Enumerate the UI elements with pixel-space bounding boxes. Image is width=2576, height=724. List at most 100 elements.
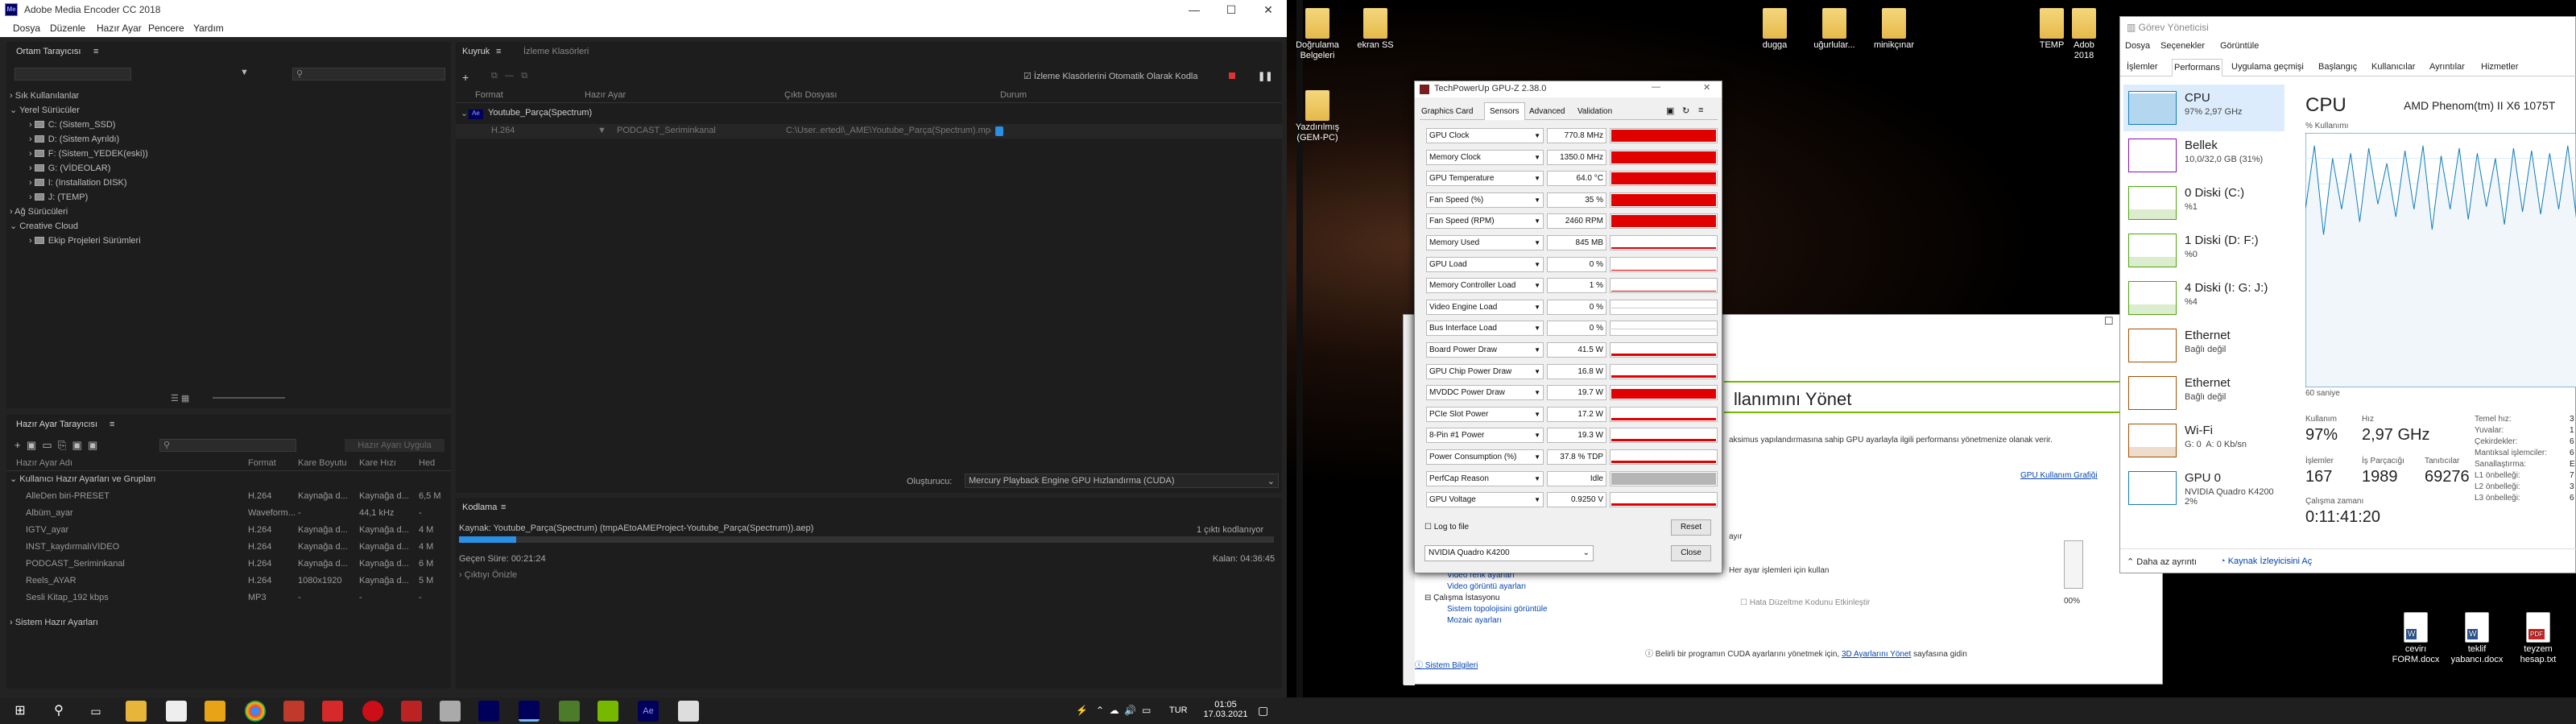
- location-dropdown[interactable]: [14, 68, 131, 81]
- sensor-label[interactable]: GPU Load: [1426, 256, 1544, 272]
- preset-row[interactable]: INST_kaydırmalıVİDEO H.264 Kaynağa d... Kay…: [6, 540, 451, 556]
- preset-row[interactable]: Sesli Kitap_192 kbps MP3- - -: [6, 590, 451, 606]
- tm-tab[interactable]: Ayrıntılar: [2428, 59, 2466, 77]
- after-effects-icon[interactable]: Ae: [638, 701, 659, 722]
- tm-tab[interactable]: Uygulama geçmişi: [2230, 59, 2305, 77]
- tm-menu-file[interactable]: Dosya: [2125, 41, 2150, 51]
- tree-favorites[interactable]: › Sık Kullanılanlar: [10, 89, 79, 103]
- refresh-icon[interactable]: ↻: [1682, 105, 1689, 116]
- tab-validation[interactable]: Validation: [1577, 107, 1612, 116]
- sensor-label[interactable]: PerfCap Reason: [1426, 470, 1544, 486]
- sensor-label[interactable]: Video Engine Load: [1426, 299, 1544, 315]
- tm-resource-item[interactable]: 4 Diski (I: G: J:) %4: [2123, 275, 2284, 321]
- menu-preset[interactable]: Hazır Ayar: [97, 23, 142, 34]
- close-button[interactable]: ✕: [1703, 82, 1710, 93]
- filezilla-icon[interactable]: [401, 701, 422, 722]
- sensor-label[interactable]: Memory Controller Load: [1426, 278, 1544, 294]
- tm-resource-item[interactable]: GPU 0 NVIDIA Quadro K4200 2%: [2123, 465, 2284, 511]
- sensor-label[interactable]: GPU Temperature: [1426, 171, 1544, 187]
- log-to-file-checkbox[interactable]: ☐ Log to file: [1424, 523, 1469, 532]
- app-icon[interactable]: [440, 701, 461, 722]
- start-button[interactable]: ⊞: [10, 701, 31, 722]
- tm-resource-item[interactable]: Ethernet Bağlı değil: [2123, 370, 2284, 416]
- tm-tab[interactable]: Başlangıç: [2317, 59, 2359, 77]
- tree-local-drives[interactable]: ⌄ Yerel Sürücüler: [10, 103, 80, 118]
- panel-menu-icon[interactable]: ≡: [501, 503, 506, 512]
- fewer-details-button[interactable]: ⌃ Daha az ayrıntı: [2127, 556, 2197, 567]
- desktop-icon[interactable]: Doğrulama Belgeleri: [1287, 8, 1348, 61]
- system-presets-group[interactable]: › Sistem Hazır Ayarları: [10, 618, 98, 627]
- tree-team-projects[interactable]: › Ekip Projeleri Sürümleri: [29, 234, 141, 248]
- nvidia-option[interactable]: ayır: [1729, 532, 1743, 541]
- tm-resource-item[interactable]: CPU 97% 2,97 GHz: [2123, 85, 2284, 131]
- desktop-icon[interactable]: Adob 2018: [2068, 8, 2100, 61]
- media-encoder-taskbar-icon[interactable]: [478, 701, 499, 722]
- nvidia-option[interactable]: Her ayar işlemleri için kullan: [1729, 566, 1829, 575]
- tm-resource-item[interactable]: Bellek 10,0/32,0 GB (31%): [2123, 132, 2284, 179]
- sensor-label[interactable]: Bus Interface Load: [1426, 321, 1544, 337]
- tab-encoding[interactable]: Kodlama: [462, 503, 497, 512]
- tab-advanced[interactable]: Advanced: [1529, 107, 1565, 116]
- menu-file[interactable]: Dosya: [13, 23, 40, 34]
- user-presets-group[interactable]: ⌄ Kullanıcı Hazır Ayarları ve Grupları: [10, 474, 155, 484]
- sensor-label[interactable]: GPU Clock: [1426, 128, 1544, 143]
- panel-menu-icon[interactable]: ≡: [496, 47, 501, 56]
- sensor-label[interactable]: PCIe Slot Power: [1426, 406, 1544, 422]
- apply-preset-button[interactable]: Hazır Ayarı Uygula: [345, 439, 444, 452]
- tm-resource-item[interactable]: 0 Diski (C:) %1: [2123, 180, 2284, 226]
- renderer-dropdown[interactable]: Mercury Playback Engine GPU Hızlandırma …: [965, 474, 1279, 488]
- desktop-icon[interactable]: ekran SS: [1345, 8, 1406, 51]
- desktop-icon[interactable]: minikçınar: [1863, 8, 1925, 51]
- resource-monitor-link[interactable]: ◔ Kaynak İzleyicisini Aç: [2220, 556, 2312, 566]
- panel-menu-icon[interactable]: ≡: [110, 420, 114, 429]
- tm-resource-item[interactable]: 1 Diski (D: F:) %0: [2123, 227, 2284, 274]
- add-source-icon[interactable]: +: [462, 71, 469, 84]
- tree-network[interactable]: › Ağ Sürücüleri: [10, 205, 68, 219]
- tm-menu-options[interactable]: Seçenekler: [2160, 41, 2205, 51]
- queue-output-row[interactable]: H.264 ▼ PODCAST_Seriminkanal C:\User..er…: [456, 124, 1282, 139]
- nvidia-maximize-button[interactable]: ☐: [2104, 315, 2114, 328]
- menu-icon[interactable]: ≡: [1698, 105, 1703, 115]
- drive-j[interactable]: › J: (TEMP): [29, 190, 88, 205]
- drive-d[interactable]: › D: (Sistem Ayrıldı): [29, 132, 119, 147]
- tree-mosaic[interactable]: Mozaic ayarları: [1447, 616, 1502, 625]
- list-view-icon[interactable]: ☰ ▦: [171, 393, 189, 403]
- sensor-label[interactable]: 8-Pin #1 Power: [1426, 428, 1544, 444]
- drive-f[interactable]: › F: (Sistem_YEDEK(eski)): [29, 147, 148, 161]
- reset-button[interactable]: Reset: [1671, 519, 1711, 536]
- minimize-button[interactable]: —: [1176, 0, 1213, 19]
- tm-resource-item[interactable]: Wi-Fi G: 0 A: 0 Kb/sn: [2123, 417, 2284, 464]
- tab-sensors[interactable]: Sensors: [1484, 102, 1525, 120]
- add-preset-icon[interactable]: + ▣ ▭ ⎘ ▣ ▣: [14, 439, 97, 452]
- preset-row[interactable]: AlleDen biri-PRESET H.264 Kaynağa d... Kayn…: [6, 489, 451, 505]
- language-indicator[interactable]: TUR: [1169, 705, 1188, 715]
- preset-row[interactable]: Albüm_ayar Waveform... -44,1 kHz -: [6, 506, 451, 522]
- tab-preset-browser[interactable]: Hazır Ayar Tarayıcısı: [16, 420, 97, 429]
- queue-item[interactable]: ⌄ Ae Youtube_Parça(Spectrum): [456, 108, 1282, 122]
- tab-watch-folders[interactable]: İzleme Klasörleri: [523, 47, 589, 56]
- sensor-label[interactable]: Board Power Draw: [1426, 342, 1544, 358]
- tree-video-image[interactable]: Video görüntü ayarları: [1447, 582, 1526, 591]
- tm-resource-item[interactable]: Ethernet Bağlı değil: [2123, 322, 2284, 369]
- tab-graphics-card[interactable]: Graphics Card: [1421, 107, 1473, 116]
- tm-tab[interactable]: Kullanıcılar: [2370, 59, 2417, 77]
- nvidia-icon[interactable]: [559, 701, 580, 722]
- task-view-icon[interactable]: ▭: [85, 701, 106, 722]
- pause-button[interactable]: ❚❚: [1258, 71, 1272, 81]
- tm-tab[interactable]: Performans: [2172, 59, 2222, 77]
- store-icon[interactable]: [166, 701, 187, 722]
- sensor-label[interactable]: Memory Used: [1426, 235, 1544, 250]
- explorer-icon[interactable]: [126, 701, 147, 722]
- maximize-button[interactable]: ☐: [1213, 0, 1250, 19]
- menu-help[interactable]: Yardım: [193, 23, 224, 34]
- desktop-icon[interactable]: cevirı FORM.docx: [2385, 612, 2446, 665]
- sensor-label[interactable]: Fan Speed (RPM): [1426, 213, 1544, 230]
- drive-g[interactable]: › G: (VİDEOLAR): [29, 161, 110, 176]
- menu-edit[interactable]: Düzenle: [50, 23, 85, 34]
- panel-menu-icon[interactable]: ≡: [93, 47, 98, 56]
- desktop-icon[interactable]: dugga: [1744, 8, 1805, 51]
- tm-tab[interactable]: İşlemler: [2125, 59, 2160, 77]
- search-icon[interactable]: ⚲: [292, 68, 445, 81]
- tree-workstation[interactable]: ⊟ Çalışma İstasyonu: [1424, 594, 1499, 602]
- tab-queue[interactable]: Kuyruk: [462, 47, 490, 56]
